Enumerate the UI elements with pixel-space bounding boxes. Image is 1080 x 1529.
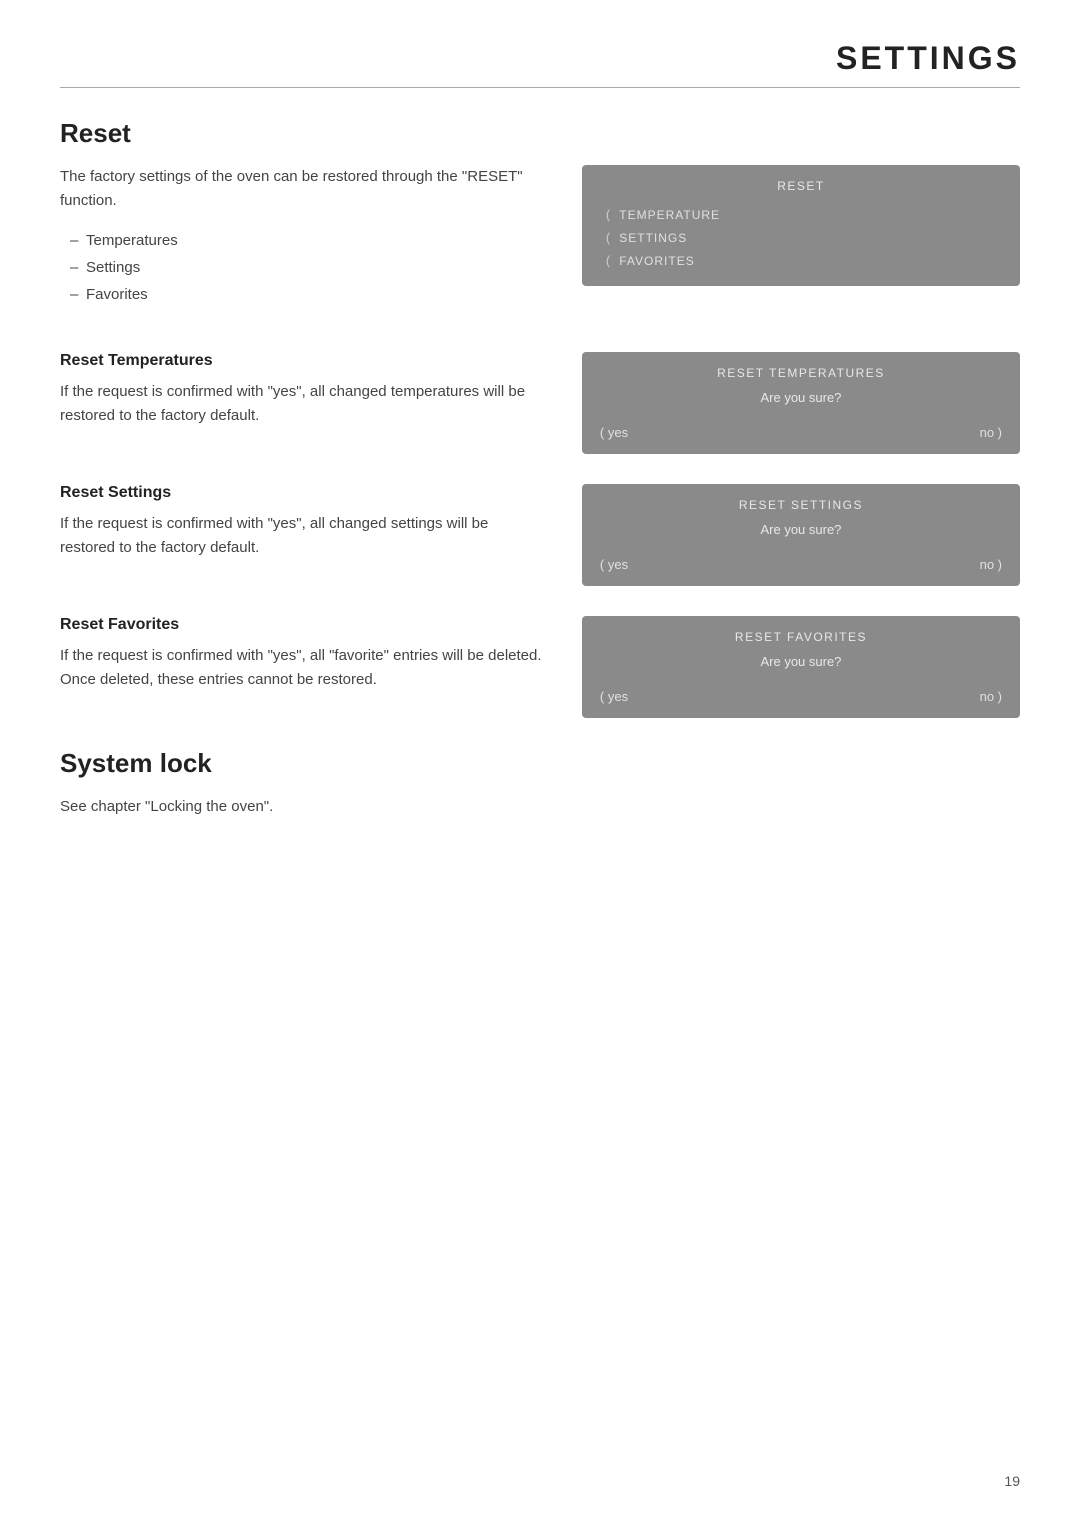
reset-panel-row-temperature: ( TEMPERATURE: [600, 203, 1002, 226]
reset-temperatures-title: Reset Temperatures: [60, 352, 542, 370]
header-divider: [60, 87, 1020, 88]
reset-bullet-list: Temperatures Settings Favorites: [70, 227, 542, 308]
reset-favorites-body: If the request is confirmed with "yes", …: [60, 644, 542, 692]
reset-favorites-left: Reset Favorites If the request is confir…: [60, 616, 542, 706]
paren-icon-settings: (: [606, 230, 611, 245]
reset-intro-text: The factory settings of the oven can be …: [60, 165, 542, 213]
reset-settings-left: Reset Settings If the request is confirm…: [60, 484, 542, 574]
reset-temperatures-panel-container: RESET TEMPERATURES Are you sure? ( yes n…: [582, 352, 1020, 454]
bullet-temperatures: Temperatures: [70, 227, 542, 254]
reset-favorites-layout: Reset Favorites If the request is confir…: [60, 616, 1020, 718]
paren-icon-temperature: (: [606, 207, 611, 222]
system-lock-section: System lock See chapter "Locking the ove…: [60, 748, 1020, 819]
reset-panel-item-favorites: FAVORITES: [619, 254, 694, 268]
reset-intro-left: The factory settings of the oven can be …: [60, 165, 542, 322]
bullet-settings: Settings: [70, 254, 542, 281]
reset-panel-title: RESET: [600, 179, 1002, 193]
system-lock-title: System lock: [60, 748, 1020, 779]
reset-settings-title: Reset Settings: [60, 484, 542, 502]
reset-temperatures-yes[interactable]: ( yes: [600, 425, 628, 440]
reset-temperatures-subsection: Reset Temperatures If the request is con…: [60, 352, 1020, 454]
reset-settings-panel-footer: ( yes no ): [600, 557, 1002, 572]
reset-title: Reset: [60, 118, 1020, 149]
reset-settings-layout: Reset Settings If the request is confirm…: [60, 484, 1020, 586]
reset-favorites-panel-subtitle: Are you sure?: [600, 654, 1002, 669]
paren-icon-favorites: (: [606, 253, 611, 268]
reset-temperatures-body: If the request is confirmed with "yes", …: [60, 380, 542, 428]
page-title: SETTINGS: [60, 40, 1020, 77]
reset-favorites-subsection: Reset Favorites If the request is confir…: [60, 616, 1020, 718]
page-header: SETTINGS: [60, 40, 1020, 77]
reset-panel-row-favorites: ( FAVORITES: [600, 249, 1002, 272]
reset-favorites-panel: RESET FAVORITES Are you sure? ( yes no ): [582, 616, 1020, 718]
reset-temperatures-panel-title: RESET TEMPERATURES: [600, 366, 1002, 380]
reset-favorites-yes[interactable]: ( yes: [600, 689, 628, 704]
reset-section: Reset The factory settings of the oven c…: [60, 118, 1020, 322]
bullet-favorites: Favorites: [70, 281, 542, 308]
reset-settings-yes[interactable]: ( yes: [600, 557, 628, 572]
reset-settings-subsection: Reset Settings If the request is confirm…: [60, 484, 1020, 586]
reset-favorites-no[interactable]: no ): [980, 689, 1002, 704]
reset-settings-body: If the request is confirmed with "yes", …: [60, 512, 542, 560]
reset-settings-panel: RESET SETTINGS Are you sure? ( yes no ): [582, 484, 1020, 586]
reset-favorites-panel-title: RESET FAVORITES: [600, 630, 1002, 644]
system-lock-body: See chapter "Locking the oven".: [60, 795, 1020, 819]
reset-intro-layout: The factory settings of the oven can be …: [60, 165, 1020, 322]
reset-favorites-title: Reset Favorites: [60, 616, 542, 634]
reset-panel-row-settings: ( SETTINGS: [600, 226, 1002, 249]
reset-panel-item-settings: SETTINGS: [619, 231, 687, 245]
reset-settings-no[interactable]: no ): [980, 557, 1002, 572]
reset-display-panel: RESET ( TEMPERATURE ( SETTINGS ( FAVORIT…: [582, 165, 1020, 286]
reset-settings-panel-subtitle: Are you sure?: [600, 522, 1002, 537]
reset-panel-container: RESET ( TEMPERATURE ( SETTINGS ( FAVORIT…: [582, 165, 1020, 322]
reset-temperatures-panel-subtitle: Are you sure?: [600, 390, 1002, 405]
reset-settings-panel-title: RESET SETTINGS: [600, 498, 1002, 512]
reset-panel-item-temperature: TEMPERATURE: [619, 208, 720, 222]
page-number: 19: [1004, 1473, 1020, 1489]
reset-temperatures-left: Reset Temperatures If the request is con…: [60, 352, 542, 442]
reset-temperatures-panel-footer: ( yes no ): [600, 425, 1002, 440]
reset-settings-panel-container: RESET SETTINGS Are you sure? ( yes no ): [582, 484, 1020, 586]
reset-temperatures-layout: Reset Temperatures If the request is con…: [60, 352, 1020, 454]
reset-temperatures-panel: RESET TEMPERATURES Are you sure? ( yes n…: [582, 352, 1020, 454]
reset-favorites-panel-container: RESET FAVORITES Are you sure? ( yes no ): [582, 616, 1020, 718]
reset-favorites-panel-footer: ( yes no ): [600, 689, 1002, 704]
reset-temperatures-no[interactable]: no ): [980, 425, 1002, 440]
